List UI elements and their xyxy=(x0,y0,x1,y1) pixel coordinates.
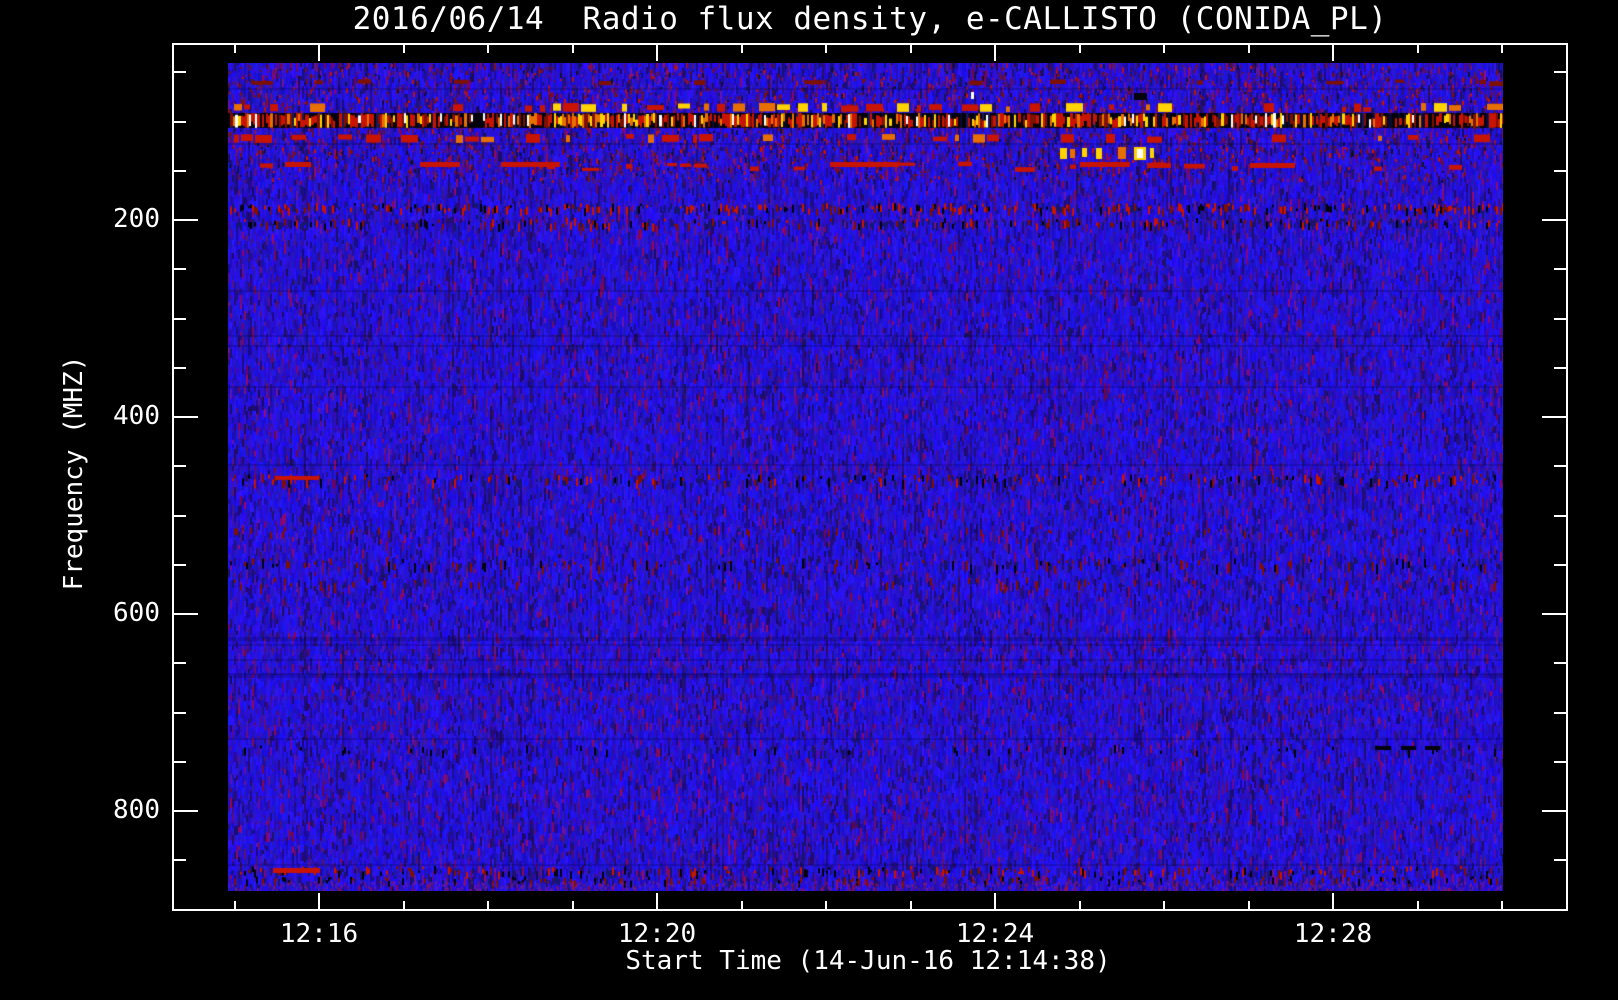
x-axis-minor-tick xyxy=(572,901,574,911)
x-axis-minor-tick xyxy=(741,901,743,911)
y-axis-major-tick-right xyxy=(1542,219,1568,221)
y-axis-major-tick xyxy=(172,810,198,812)
y-axis-minor-tick-right xyxy=(1554,465,1568,467)
spectrogram-page: 2016/06/14 Radio flux density, e-CALLIST… xyxy=(0,0,1618,1000)
x-axis-major-tick xyxy=(994,893,996,911)
y-axis-label: Frequency (MHZ) xyxy=(59,355,89,591)
y-axis-minor-tick xyxy=(172,367,186,369)
y-axis-minor-tick xyxy=(172,268,186,270)
y-axis-minor-tick xyxy=(172,465,186,467)
x-axis-minor-tick-top xyxy=(487,43,489,53)
x-axis-minor-tick-top xyxy=(1163,43,1165,53)
x-axis-minor-tick xyxy=(1248,901,1250,911)
x-axis-minor-tick xyxy=(1079,901,1081,911)
y-axis-minor-tick-right xyxy=(1554,268,1568,270)
x-axis-minor-tick xyxy=(825,901,827,911)
x-axis-major-tick-top xyxy=(318,43,320,61)
x-axis-major-tick xyxy=(318,893,320,911)
x-axis-label: Start Time (14-Jun-16 12:14:38) xyxy=(625,946,1111,976)
y-axis-minor-tick xyxy=(172,662,186,664)
y-axis-minor-tick xyxy=(172,71,186,73)
x-tick-label: 12:28 xyxy=(1293,919,1373,949)
x-axis-minor-tick-top xyxy=(403,43,405,53)
y-axis-minor-tick xyxy=(172,515,186,517)
x-axis-minor-tick-top xyxy=(910,43,912,53)
y-axis-minor-tick-right xyxy=(1554,564,1568,566)
y-axis-minor-tick xyxy=(172,761,186,763)
y-axis-minor-tick-right xyxy=(1554,318,1568,320)
x-tick-label: 12:16 xyxy=(279,919,359,949)
y-axis-minor-tick-right xyxy=(1554,662,1568,664)
x-tick-label: 12:20 xyxy=(617,919,697,949)
y-tick-label: 600 xyxy=(113,598,160,628)
y-axis-major-tick-right xyxy=(1542,416,1568,418)
chart-title: 2016/06/14 Radio flux density, e-CALLIST… xyxy=(352,1,1388,37)
x-axis-minor-tick-top xyxy=(741,43,743,53)
y-axis-minor-tick xyxy=(172,859,186,861)
y-tick-label: 200 xyxy=(113,204,160,234)
x-axis-minor-tick-top xyxy=(1248,43,1250,53)
x-axis-minor-tick xyxy=(403,901,405,911)
y-axis-minor-tick-right xyxy=(1554,859,1568,861)
y-axis-minor-tick-right xyxy=(1554,170,1568,172)
x-axis-major-tick-top xyxy=(656,43,658,61)
x-axis-minor-tick-top xyxy=(825,43,827,53)
y-axis-major-tick-right xyxy=(1542,613,1568,615)
x-axis-minor-tick xyxy=(487,901,489,911)
y-tick-label: 400 xyxy=(113,401,160,431)
y-axis-major-tick xyxy=(172,219,198,221)
y-axis-minor-tick-right xyxy=(1554,121,1568,123)
y-axis-minor-tick xyxy=(172,170,186,172)
y-axis-minor-tick-right xyxy=(1554,515,1568,517)
y-axis-minor-tick xyxy=(172,121,186,123)
x-axis-minor-tick xyxy=(910,901,912,911)
spectrogram-image xyxy=(228,63,1503,891)
x-axis-minor-tick-top xyxy=(234,43,236,53)
x-axis-minor-tick xyxy=(234,901,236,911)
y-axis-minor-tick xyxy=(172,564,186,566)
x-axis-minor-tick xyxy=(1163,901,1165,911)
x-tick-label: 12:24 xyxy=(955,919,1035,949)
y-axis-minor-tick-right xyxy=(1554,712,1568,714)
y-axis-major-tick-right xyxy=(1542,810,1568,812)
x-axis-minor-tick-top xyxy=(1501,43,1503,53)
y-axis-minor-tick xyxy=(172,318,186,320)
y-axis-major-tick xyxy=(172,613,198,615)
x-axis-minor-tick-top xyxy=(1417,43,1419,53)
y-axis-minor-tick-right xyxy=(1554,761,1568,763)
y-axis-minor-tick xyxy=(172,712,186,714)
x-axis-minor-tick-top xyxy=(572,43,574,53)
y-axis-minor-tick-right xyxy=(1554,367,1568,369)
x-axis-major-tick xyxy=(656,893,658,911)
x-axis-minor-tick xyxy=(1501,901,1503,911)
x-axis-minor-tick xyxy=(1417,901,1419,911)
x-axis-minor-tick-top xyxy=(1079,43,1081,53)
y-tick-label: 800 xyxy=(113,795,160,825)
y-axis-major-tick xyxy=(172,416,198,418)
x-axis-major-tick-top xyxy=(1332,43,1334,61)
y-axis-minor-tick-right xyxy=(1554,71,1568,73)
x-axis-major-tick xyxy=(1332,893,1334,911)
x-axis-major-tick-top xyxy=(994,43,996,61)
